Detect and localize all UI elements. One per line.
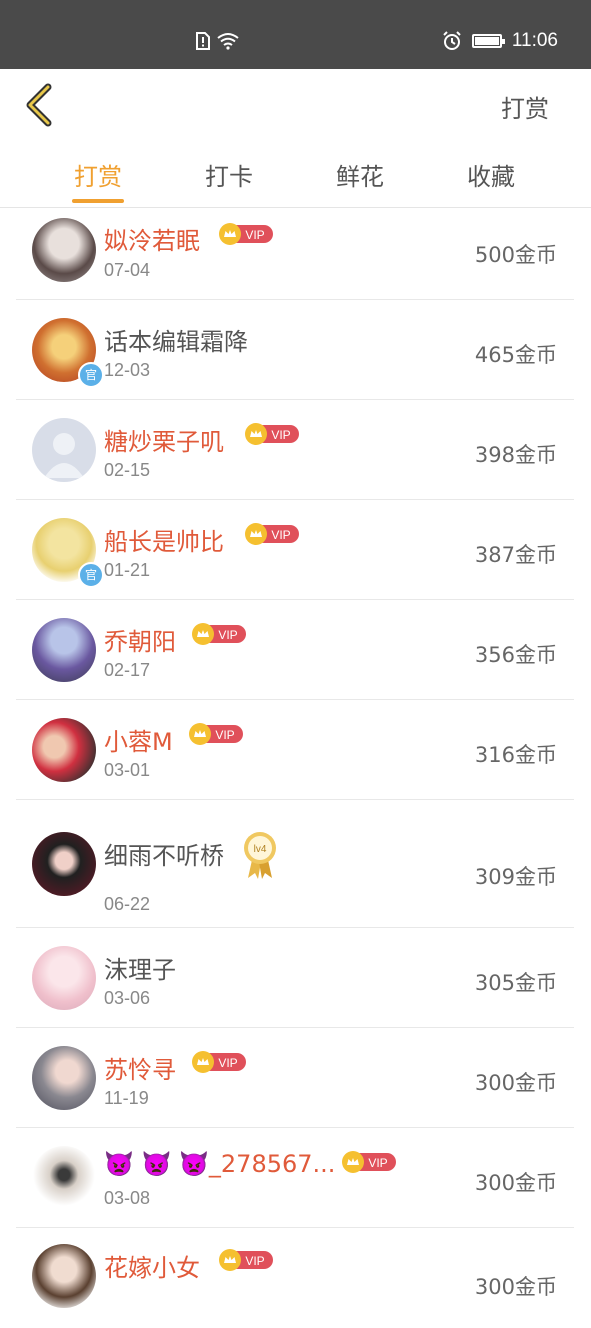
- vip-label: VIP: [245, 228, 264, 242]
- user-avatar[interactable]: [32, 1146, 96, 1210]
- alarm-icon: [443, 31, 461, 50]
- wifi-icon: [217, 33, 239, 50]
- vip-badge-icon: VIP: [219, 223, 273, 245]
- entry-amount: 316金币: [474, 743, 557, 767]
- status-icons-center: [196, 32, 240, 50]
- user-name: 细雨不听桥: [104, 842, 224, 870]
- list-item[interactable]: 糖炒栗子叽 VIP 02-15 398金币: [16, 400, 574, 500]
- status-bar: 11:06: [0, 0, 591, 69]
- default-avatar-icon: [44, 433, 84, 478]
- tab-flowers[interactable]: 鲜花: [336, 157, 384, 192]
- vip-label: VIP: [245, 1254, 264, 1268]
- sim-alert-icon: [196, 32, 210, 50]
- user-avatar[interactable]: [32, 946, 96, 1010]
- list-item[interactable]: 姒泠若眠 VIP 07-04 500金币: [16, 208, 574, 300]
- list-item[interactable]: 乔朝阳 VIP 02-17 356金币: [16, 600, 574, 700]
- vip-badge-icon: VIP: [192, 623, 246, 645]
- user-name: 👿 👿 👿_278567...: [104, 1150, 336, 1178]
- level-medal-icon: lv4: [244, 832, 276, 879]
- user-avatar[interactable]: [32, 418, 96, 482]
- vip-label: VIP: [271, 528, 290, 542]
- vip-label: VIP: [271, 428, 290, 442]
- user-avatar[interactable]: [32, 1244, 96, 1308]
- entry-date: 03-06: [104, 988, 151, 1008]
- entry-amount: 465金币: [474, 343, 557, 367]
- list-item[interactable]: 小蓉M VIP 03-01 316金币: [16, 700, 574, 800]
- vip-label: VIP: [218, 1056, 237, 1070]
- entry-date: 12-03: [104, 360, 151, 380]
- level-label: lv4: [254, 844, 267, 855]
- status-icons-right: 11:06: [442, 30, 558, 52]
- entry-amount: 300金币: [474, 1275, 557, 1299]
- user-avatar[interactable]: [32, 1046, 96, 1110]
- user-avatar[interactable]: [32, 618, 96, 682]
- official-badge-icon: 官: [78, 562, 104, 588]
- entry-date: 07-04: [104, 260, 151, 280]
- vip-label: VIP: [368, 1156, 387, 1170]
- active-tab-indicator: [72, 199, 124, 203]
- user-avatar[interactable]: [32, 718, 96, 782]
- official-badge-icon: 官: [78, 362, 104, 388]
- vip-badge-icon: VIP: [192, 1051, 246, 1073]
- user-name: 花嫁小女: [104, 1254, 200, 1282]
- list-item[interactable]: 官 话本编辑霜降 12-03 465金币: [16, 300, 574, 400]
- vip-label: VIP: [218, 628, 237, 642]
- tab-reward[interactable]: 打赏: [74, 157, 122, 192]
- list-item[interactable]: 细雨不听桥 lv4 06-22 309金币: [16, 800, 574, 928]
- vip-badge-icon: VIP: [219, 1249, 273, 1271]
- entry-date: 02-17: [104, 660, 151, 680]
- status-time: 11:06: [511, 30, 558, 51]
- user-name: 苏怜寻: [104, 1056, 176, 1084]
- user-name: 话本编辑霜降: [104, 328, 248, 356]
- entry-date: 03-01: [104, 760, 151, 780]
- vip-badge-icon: VIP: [189, 723, 243, 745]
- list-item[interactable]: 官 船长是帅比 VIP 01-21 387金币: [16, 500, 574, 600]
- entry-amount: 305金币: [474, 971, 557, 995]
- battery-icon: [471, 34, 505, 48]
- vip-badge-icon: VIP: [245, 423, 299, 445]
- list-item[interactable]: 沫理子 03-06 305金币: [16, 928, 574, 1028]
- list-item[interactable]: 花嫁小女 VIP 300金币: [16, 1228, 574, 1328]
- entry-amount: 300金币: [474, 1171, 557, 1195]
- top-nav-bar: 打赏: [0, 69, 591, 141]
- tab-checkin[interactable]: 打卡: [205, 157, 253, 192]
- vip-badge-icon: VIP: [245, 523, 299, 545]
- entry-date: 03-08: [104, 1188, 151, 1208]
- list-item[interactable]: 苏怜寻 VIP 11-19 300金币: [16, 1028, 574, 1128]
- entry-amount: 309金币: [474, 865, 557, 889]
- vip-badge-icon: VIP: [342, 1151, 396, 1173]
- back-arrow-icon[interactable]: [22, 83, 56, 127]
- entry-date: 02-15: [104, 460, 151, 480]
- user-name: 乔朝阳: [104, 628, 176, 656]
- tab-bar: 打赏 打卡 鲜花 收藏: [0, 141, 591, 208]
- user-name: 姒泠若眠: [104, 227, 200, 255]
- user-avatar[interactable]: [32, 218, 96, 282]
- entry-amount: 500金币: [474, 243, 557, 267]
- user-name: 小蓉M: [104, 728, 173, 756]
- entry-amount: 356金币: [474, 643, 557, 667]
- list-item[interactable]: 👿 👿 👿_278567... VIP 03-08 300金币: [16, 1128, 574, 1228]
- entry-amount: 387金币: [474, 543, 557, 567]
- user-name: 船长是帅比: [104, 528, 224, 556]
- vip-label: VIP: [215, 728, 234, 742]
- user-name: 沫理子: [104, 956, 176, 984]
- entry-date: 11-19: [104, 1088, 149, 1108]
- entry-date: 01-21: [104, 560, 151, 580]
- user-name: 糖炒栗子叽: [104, 428, 224, 456]
- tab-favorites[interactable]: 收藏: [467, 157, 515, 192]
- entry-date: 06-22: [104, 894, 151, 914]
- entry-amount: 398金币: [474, 443, 557, 467]
- reward-action-button[interactable]: 打赏: [501, 89, 549, 124]
- user-avatar[interactable]: [32, 832, 96, 896]
- entry-amount: 300金币: [474, 1071, 557, 1095]
